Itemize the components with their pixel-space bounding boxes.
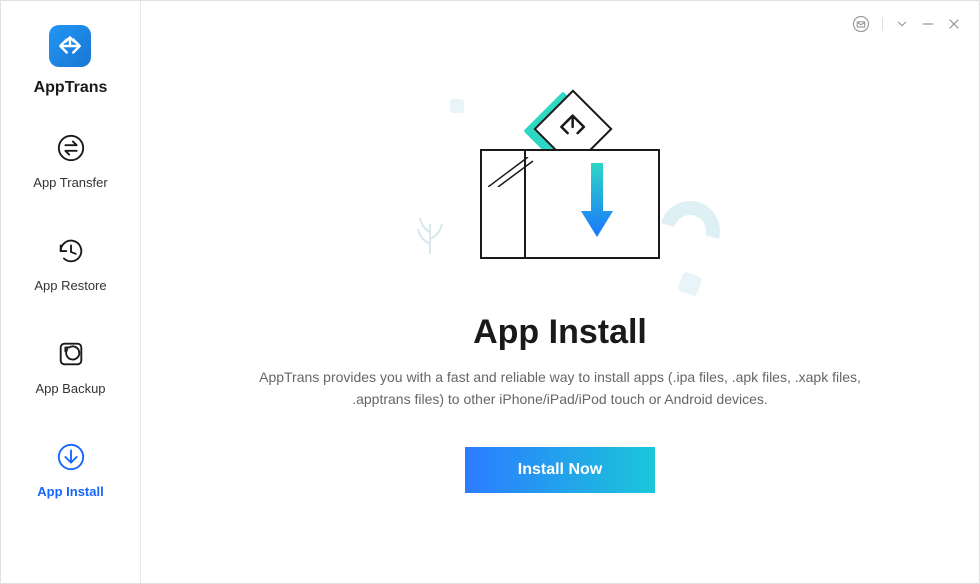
install-icon bbox=[54, 440, 88, 474]
app-logo-icon bbox=[49, 25, 91, 67]
restore-icon bbox=[54, 234, 88, 268]
transfer-icon bbox=[54, 131, 88, 165]
install-button-label: Install Now bbox=[518, 461, 602, 479]
page-title: App Install bbox=[473, 313, 647, 352]
window-controls bbox=[852, 15, 961, 33]
app-logo: AppTrans bbox=[34, 25, 108, 97]
chevron-down-icon[interactable] bbox=[895, 17, 909, 31]
page-description: AppTrans provides you with a fast and re… bbox=[240, 366, 880, 411]
feedback-icon[interactable] bbox=[852, 15, 870, 33]
sidebar-item-app-backup[interactable]: App Backup bbox=[1, 337, 140, 396]
main-content: App Install AppTrans provides you with a… bbox=[141, 1, 979, 583]
sidebar-item-label: App Install bbox=[37, 484, 103, 499]
minimize-icon[interactable] bbox=[921, 17, 935, 31]
sidebar-item-label: App Transfer bbox=[33, 175, 107, 190]
sidebar-item-label: App Backup bbox=[35, 381, 105, 396]
install-now-button[interactable]: Install Now bbox=[465, 447, 655, 493]
hero-illustration bbox=[430, 109, 690, 289]
app-name: AppTrans bbox=[34, 79, 108, 97]
divider bbox=[882, 17, 883, 31]
sidebar: AppTrans App Transfer App Restore bbox=[1, 1, 141, 583]
sidebar-item-label: App Restore bbox=[34, 278, 106, 293]
sidebar-item-app-restore[interactable]: App Restore bbox=[1, 234, 140, 293]
sidebar-item-app-transfer[interactable]: App Transfer bbox=[1, 131, 140, 190]
backup-icon bbox=[54, 337, 88, 371]
close-icon[interactable] bbox=[947, 17, 961, 31]
app-container: AppTrans App Transfer App Restore bbox=[1, 1, 979, 583]
sidebar-item-app-install[interactable]: App Install bbox=[1, 440, 140, 499]
